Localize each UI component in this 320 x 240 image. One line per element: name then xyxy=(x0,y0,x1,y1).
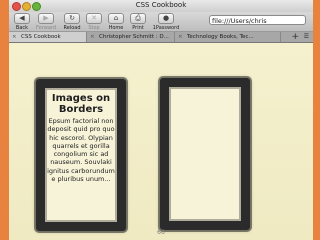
page-content: Images on Borders Epsum factorial non de… xyxy=(9,43,313,240)
back-button[interactable]: ◀ Back xyxy=(11,13,33,31)
close-tab-icon[interactable]: × xyxy=(178,32,183,42)
stop-button[interactable]: ✕ Stop xyxy=(83,13,105,31)
tab-css-cookbook[interactable]: × CSS Cookbook xyxy=(9,32,87,42)
tab-label: CSS Cookbook xyxy=(21,34,61,40)
close-tab-icon[interactable]: × xyxy=(12,32,17,42)
forward-label: Forward xyxy=(35,25,57,31)
print-button[interactable]: ⎙ Print xyxy=(127,13,149,31)
home-button[interactable]: ⌂ Home xyxy=(105,13,127,31)
forward-button[interactable]: ▶ Forward xyxy=(35,13,57,31)
tab-label: Christopher Schmitt : D... xyxy=(99,34,169,40)
1password-label: 1Password xyxy=(152,25,180,31)
1password-button[interactable]: ● 1Password xyxy=(152,13,180,31)
close-tab-icon[interactable]: × xyxy=(90,32,95,42)
reload-label: Reload xyxy=(63,25,81,31)
stop-icon: ✕ xyxy=(86,13,102,24)
left-slide-frame xyxy=(0,0,9,240)
tab-list-icon[interactable]: ☰ xyxy=(304,32,309,42)
1password-icon: ● xyxy=(158,13,174,24)
back-arrow-icon: ◀ xyxy=(14,13,30,24)
browser-toolbar: ◀ Back ▶ Forward ↻ Reload ✕ Stop ⌂ Home … xyxy=(9,12,313,32)
box-heading: Images on Borders xyxy=(51,93,111,115)
window-title: CSS Cookbook xyxy=(135,1,187,9)
tab-bar: × CSS Cookbook × Christopher Schmitt : D… xyxy=(9,32,313,43)
box-body-text: Epsum factorial non deposit quid pro quo… xyxy=(47,117,115,184)
stop-label: Stop xyxy=(88,25,100,31)
page-number: 66 xyxy=(157,229,165,236)
print-icon: ⎙ xyxy=(130,13,146,24)
home-label: Home xyxy=(108,25,124,31)
home-icon: ⌂ xyxy=(108,13,124,24)
new-tab-icon[interactable]: + xyxy=(291,32,299,42)
print-label: Print xyxy=(132,25,144,31)
tab-technology-books[interactable]: × Technology Books, Tec... xyxy=(175,32,281,42)
reload-button[interactable]: ↻ Reload xyxy=(61,13,83,31)
tab-label: Technology Books, Tec... xyxy=(187,34,254,40)
back-label: Back xyxy=(15,25,29,31)
reload-icon: ↻ xyxy=(64,13,80,24)
tab-christopher-schmitt[interactable]: × Christopher Schmitt : D... xyxy=(87,32,175,42)
address-bar[interactable]: file:///Users/chris xyxy=(209,15,306,25)
bordered-box-right xyxy=(160,78,250,230)
right-slide-frame xyxy=(313,0,320,240)
bordered-box-left: Images on Borders Epsum factorial non de… xyxy=(36,79,126,231)
forward-arrow-icon: ▶ xyxy=(38,13,54,24)
